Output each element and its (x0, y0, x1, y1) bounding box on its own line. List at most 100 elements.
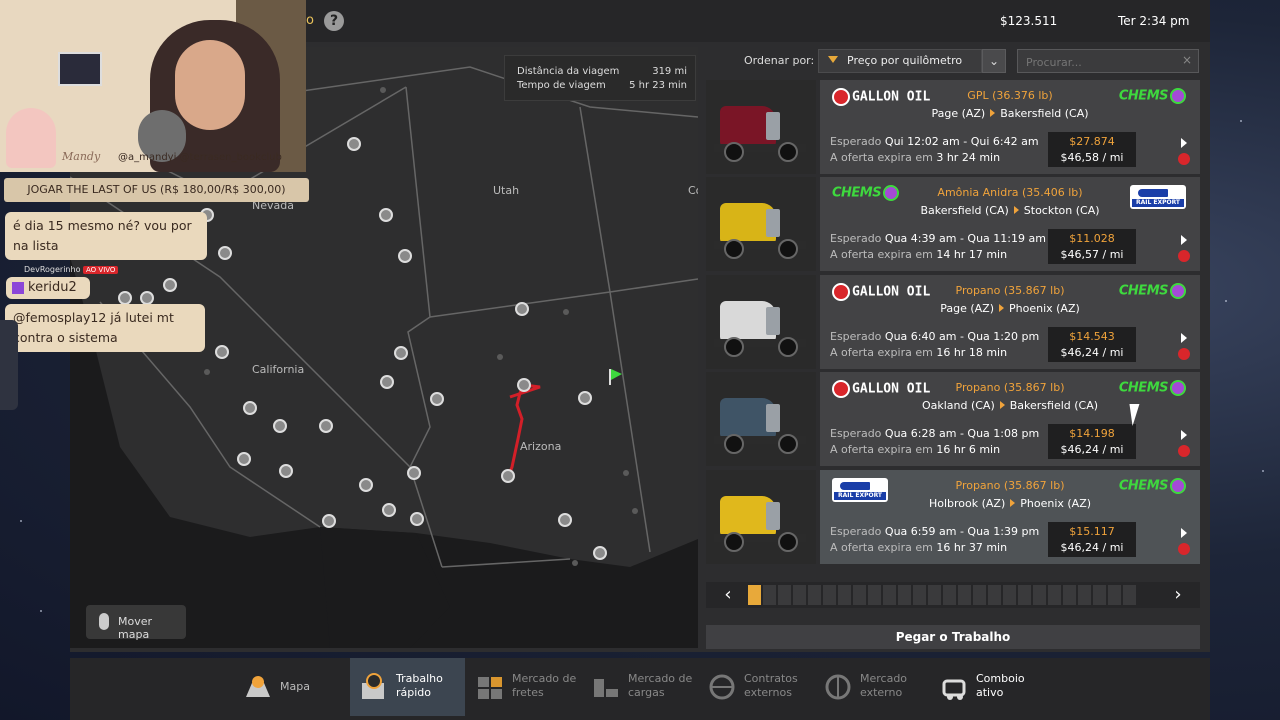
nav-quick-job[interactable]: Trabalho rápido (350, 658, 465, 716)
play-icon[interactable] (1181, 138, 1187, 148)
page-indicator[interactable] (1123, 585, 1136, 605)
job-row[interactable]: CHEMS RAIL EXPORT Amônia Anidra (35.406 … (706, 177, 1200, 271)
live-badge: AO VIVO (83, 266, 119, 274)
page-indicator[interactable] (1033, 585, 1046, 605)
star (20, 520, 22, 522)
job-row[interactable]: GALLON OIL CHEMS Propano (35.867 lb) Pag… (706, 275, 1200, 369)
page-indicator[interactable] (943, 585, 956, 605)
page-indicator[interactable] (838, 585, 851, 605)
help-icon[interactable]: ? (324, 11, 344, 31)
price-box: $27.874 $46,58 / mi (1048, 132, 1136, 167)
play-icon[interactable] (1181, 430, 1187, 440)
move-map-button[interactable]: Mover mapa (86, 605, 186, 641)
chevron-down-icon[interactable]: ⌄ (982, 49, 1006, 73)
star (40, 610, 42, 612)
job-row[interactable]: GALLON OIL CHEMS GPL (36.376 lb) Page (A… (706, 80, 1200, 174)
price-per-mile: $46,24 / mi (1060, 443, 1124, 456)
cargo-label: Propano (35.867 lb) (955, 381, 1065, 394)
map-icon (246, 676, 270, 697)
play-icon[interactable] (1181, 235, 1187, 245)
page-indicator[interactable] (793, 585, 806, 605)
job-row[interactable]: RAIL EXPORT CHEMS Propano (35.867 lb) Ho… (706, 470, 1200, 564)
route-label: Holbrook (AZ) Phoenix (AZ) (928, 497, 1092, 510)
convoy-icon (942, 679, 966, 700)
page-indicator[interactable] (913, 585, 926, 605)
expected-time: Esperado Qua 4:39 am - Qua 11:19 am (830, 232, 1046, 245)
chat-message: é dia 15 mesmo né? vou por na lista (5, 212, 207, 260)
price-per-mile: $46,24 / mi (1060, 541, 1124, 554)
page-indicator[interactable] (763, 585, 776, 605)
cargo-label: Amônia Anidra (35.406 lb) (937, 186, 1083, 199)
goal-banner: JOGAR THE LAST OF US (R$ 180,00/R$ 300,0… (4, 178, 309, 202)
search-input[interactable] (1024, 53, 1178, 71)
job-card[interactable]: GALLON OIL CHEMS Propano (35.867 lb) Pag… (820, 275, 1200, 369)
sort-selected-value: Preço por quilômetro (847, 54, 963, 67)
play-icon[interactable] (1181, 333, 1187, 343)
job-card[interactable]: CHEMS RAIL EXPORT Amônia Anidra (35.406 … (820, 177, 1200, 271)
next-page-button[interactable]: › (1160, 582, 1196, 608)
page-indicator[interactable] (928, 585, 941, 605)
job-card[interactable]: GALLON OIL CHEMS Propano (35.867 lb) Oak… (820, 372, 1200, 466)
job-card[interactable]: RAIL EXPORT CHEMS Propano (35.867 lb) Ho… (820, 470, 1200, 564)
search-box[interactable]: × (1017, 49, 1199, 73)
page-indicator[interactable] (973, 585, 986, 605)
company-icon (1178, 250, 1190, 262)
job-price: $27.874 (1069, 135, 1115, 148)
travel-time-label: Tempo de viagem (517, 80, 606, 91)
nav-label: Contratos externos (744, 672, 798, 699)
route-label: Page (AZ) Phoenix (AZ) (940, 302, 1080, 315)
nav-label: Comboio ativo (976, 672, 1025, 699)
truck-thumbnail (706, 470, 816, 564)
page-indicator[interactable] (1003, 585, 1016, 605)
pagination: ‹ › (706, 582, 1200, 608)
nav-external-contracts[interactable]: Contratos externos (698, 658, 813, 716)
price-per-mile: $46,24 / mi (1060, 346, 1124, 359)
page-indicator[interactable] (1063, 585, 1076, 605)
page-indicator[interactable] (1093, 585, 1106, 605)
page-indicator[interactable] (1078, 585, 1091, 605)
page-indicator[interactable] (868, 585, 881, 605)
nav-label: Mapa (280, 680, 310, 693)
page-indicator[interactable] (1108, 585, 1121, 605)
offer-expiry: A oferta expira em 16 hr 18 min (830, 346, 1008, 359)
webcam-overlay: Mandy @a_mandyi @terrasen_bookclub (0, 0, 306, 172)
route-label: Page (AZ) Bakersfield (CA) (931, 107, 1089, 120)
page-indicator[interactable] (958, 585, 971, 605)
chat-user-chip: keridu2 (6, 277, 90, 299)
page-indicator[interactable] (1018, 585, 1031, 605)
job-row[interactable]: GALLON OIL CHEMS Propano (35.867 lb) Oak… (706, 372, 1200, 466)
price-box: $14.198 $46,24 / mi (1048, 424, 1136, 459)
state-label-colorado: Co (688, 184, 698, 197)
mouse-icon (99, 613, 109, 630)
take-job-button[interactable]: Pegar o Trabalho (706, 625, 1200, 649)
page-indicator[interactable] (808, 585, 821, 605)
prev-page-button[interactable]: ‹ (710, 582, 746, 608)
clear-search-icon[interactable]: × (1182, 53, 1192, 67)
nav-cargo-market[interactable]: Mercado de cargas (582, 658, 697, 716)
nav-label: Mercado de cargas (628, 672, 693, 699)
nav-freight-market[interactable]: Mercado de fretes (466, 658, 581, 716)
job-price: $15.117 (1069, 525, 1115, 538)
page-indicator[interactable] (823, 585, 836, 605)
play-icon[interactable] (1181, 528, 1187, 538)
cargo-icon (594, 679, 618, 697)
cargo-label: Propano (35.867 lb) (955, 284, 1065, 297)
avatar (6, 108, 56, 168)
page-indicator[interactable] (1048, 585, 1061, 605)
chat-username: DevRogerinho AO VIVO (24, 265, 119, 274)
job-card[interactable]: GALLON OIL CHEMS GPL (36.376 lb) Page (A… (820, 80, 1200, 174)
page-indicator[interactable] (883, 585, 896, 605)
cargo-label: Propano (35.867 lb) (955, 479, 1065, 492)
state-label-arizona: Arizona (520, 440, 561, 453)
page-indicator[interactable] (898, 585, 911, 605)
nav-external-market[interactable]: Mercado externo (814, 658, 929, 716)
sort-select[interactable]: Preço por quilômetro (818, 49, 982, 73)
page-indicator[interactable] (778, 585, 791, 605)
page-indicator[interactable] (988, 585, 1001, 605)
nav-active-convoy[interactable]: Comboio ativo (930, 658, 1045, 716)
nav-map[interactable]: Mapa (234, 658, 349, 716)
page-indicator[interactable] (748, 585, 761, 605)
sort-label: Ordenar por: (744, 54, 815, 67)
streamer-face (175, 40, 245, 130)
page-indicator[interactable] (853, 585, 866, 605)
